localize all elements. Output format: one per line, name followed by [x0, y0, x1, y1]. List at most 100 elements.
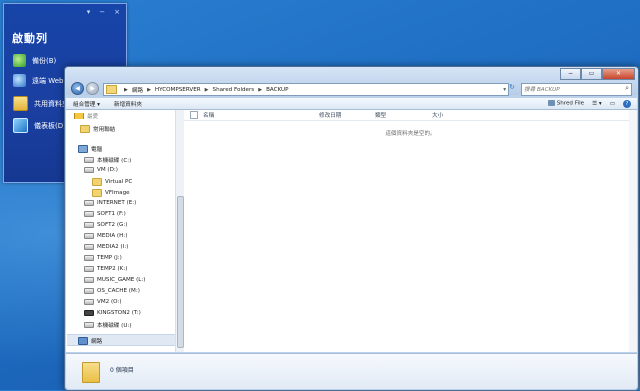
explorer-window: − ▭ ✕ ◀ ▶ ▶ 網路 ▶ HYCOMPSERVER ▶ Shared F… [64, 66, 639, 391]
drive-icon [84, 167, 94, 173]
dashboard-icon [13, 118, 28, 133]
navigation-pane: 最愛 常用聯結 電腦 本機磁碟 (C:) VM (D:) Virtual PC … [66, 110, 180, 352]
search-box[interactable]: ⌕ [521, 83, 632, 96]
view-options-icon[interactable]: ☰ ▾ [592, 101, 602, 107]
chevron-right-icon: ▶ [258, 86, 263, 93]
panel-minimize-icon[interactable]: − [99, 8, 105, 16]
address-bar[interactable]: ▶ 網路 ▶ HYCOMPSERVER ▶ Shared Folders ▶ B… [103, 83, 509, 96]
tree-item-drive[interactable]: TEMP (J:) [84, 255, 122, 261]
recent-places-icon [80, 125, 90, 133]
column-type[interactable]: 類型 [375, 111, 432, 119]
folder-icon [92, 189, 102, 197]
shared-file-button[interactable]: Shred File [547, 100, 584, 107]
start-item-backup[interactable]: 備份(B) [13, 54, 56, 67]
drive-icon [84, 255, 94, 261]
breadcrumb-item[interactable]: HYCOMPSERVER [155, 87, 201, 93]
favorites-header[interactable]: 最愛 [74, 113, 98, 119]
tree-item-drive[interactable]: MEDIA2 (I:) [84, 244, 128, 250]
search-input[interactable] [522, 84, 618, 95]
chevron-down-icon: ▾ [503, 86, 506, 93]
tree-item-network-selected[interactable]: 網路 [67, 334, 176, 346]
backup-icon [13, 54, 26, 67]
window-buttons: − ▭ ✕ [560, 68, 635, 80]
tree-item-folder[interactable]: VFImage [92, 189, 130, 197]
nav-scrollbar[interactable] [175, 110, 184, 352]
panel-menu-icon[interactable]: ▾ [87, 8, 91, 16]
close-button[interactable]: ✕ [602, 68, 635, 80]
folder-icon [82, 362, 100, 383]
new-folder-button[interactable]: 新增資料夾 [107, 100, 149, 108]
minimize-button[interactable]: − [560, 68, 581, 80]
tree-label: MEDIA (H:) [97, 233, 128, 239]
drive-icon [84, 211, 94, 217]
tree-label: 電腦 [91, 147, 103, 153]
scrollbar-thumb[interactable] [177, 196, 184, 348]
tree-label: VFImage [105, 190, 130, 196]
preview-pane-icon[interactable]: ▭ [610, 101, 615, 107]
drive-icon [84, 299, 94, 305]
breadcrumb-item[interactable]: Shared Folders [213, 87, 255, 93]
tree-item-drive[interactable]: MEDIA (H:) [84, 233, 127, 239]
chevron-right-icon: ▶ [124, 86, 128, 93]
drive-icon [84, 157, 94, 163]
tree-item-drive[interactable]: SOFT1 (F:) [84, 211, 126, 217]
drive-icon [84, 222, 94, 228]
tree-item-drive[interactable]: OS_CACHE (M:) [84, 288, 140, 294]
start-item-label: 儀表板(D) [34, 121, 66, 130]
file-list: 名稱 修改日期 類型 大小 這個資料夾是空的。 [184, 110, 637, 352]
maximize-button[interactable]: ▭ [581, 68, 602, 80]
item-count: 0 個項目 [110, 367, 134, 374]
tree-item-drive[interactable]: VM2 (O:) [84, 299, 122, 305]
panel-close-icon[interactable]: × [114, 8, 120, 16]
drive-icon [84, 244, 94, 250]
tree-item-drive[interactable]: 本機磁碟 (C:) [84, 156, 131, 164]
organize-button[interactable]: 組合管理 ▾ [66, 100, 107, 108]
shared-folders-icon [13, 96, 28, 111]
drive-icon [84, 277, 94, 283]
tree-label: SOFT2 (G:) [97, 222, 128, 228]
start-item-dashboard[interactable]: 儀表板(D) [13, 118, 66, 133]
command-bar: 組合管理 ▾ 新增資料夾 Shred File ☰ ▾ ▭ ? [66, 98, 637, 110]
forward-button[interactable]: ▶ [86, 82, 99, 95]
tree-label: TEMP2 (K:) [97, 266, 128, 272]
nav-buttons: ◀ ▶ [71, 82, 99, 95]
back-button[interactable]: ◀ [71, 82, 84, 95]
tree-item-drive[interactable]: MUSIC_GAME (L:) [84, 277, 146, 283]
column-name[interactable]: 名稱 [203, 111, 319, 119]
select-all-checkbox[interactable] [190, 111, 198, 119]
tree-item-drive[interactable]: TEMP2 (K:) [84, 266, 127, 272]
tree-item-usb[interactable]: KINGSTON2 (T:) [84, 310, 141, 316]
tree-label: VM2 (O:) [97, 299, 122, 305]
drive-icon [84, 200, 94, 206]
start-item-remote-web[interactable]: 遠端 Web [13, 74, 64, 87]
content-scrollbar[interactable] [629, 110, 637, 352]
tree-item-folder[interactable]: Virtual PC [92, 178, 132, 186]
tree-label: Virtual PC [105, 179, 133, 185]
remote-web-icon [13, 74, 26, 87]
breadcrumb-item[interactable]: 網路 [132, 86, 143, 94]
computer-icon [78, 145, 88, 153]
tree-label: 網路 [91, 339, 103, 345]
folder-icon [106, 85, 117, 94]
tree-label: 本機磁碟 (C:) [97, 158, 132, 164]
refresh-icon[interactable]: ↻ [509, 83, 518, 94]
tree-item-drive[interactable]: 本機磁碟 (U:) [84, 321, 132, 329]
tree-label: KINGSTON2 (T:) [97, 310, 141, 316]
search-icon[interactable]: ⌕ [625, 84, 629, 93]
breadcrumb-item[interactable]: BACKUP [266, 87, 288, 93]
tree-item-drive[interactable]: SOFT2 (G:) [84, 222, 127, 228]
tree-item-computer[interactable]: 電腦 [78, 145, 102, 153]
details-pane: 0 個項目 [66, 353, 637, 389]
tree-item-drive[interactable]: INTERNET (E:) [84, 200, 136, 206]
tree-label: MEDIA2 (I:) [97, 244, 129, 250]
tree-item-drive[interactable]: VM (D:) [84, 167, 118, 173]
tree-item-network: 網路 [78, 337, 102, 345]
help-icon[interactable]: ? [623, 99, 631, 108]
column-modified[interactable]: 修改日期 [319, 111, 375, 119]
start-item-shared-folders[interactable]: 共用資料夾 [13, 96, 69, 111]
start-panel-title: 啟動列 [12, 32, 48, 45]
address-dropdown[interactable]: ▾ [503, 87, 508, 93]
usb-drive-icon [84, 310, 94, 316]
tree-item-recent-places[interactable]: 常用聯結 [80, 125, 115, 133]
column-size[interactable]: 大小 [432, 111, 443, 119]
